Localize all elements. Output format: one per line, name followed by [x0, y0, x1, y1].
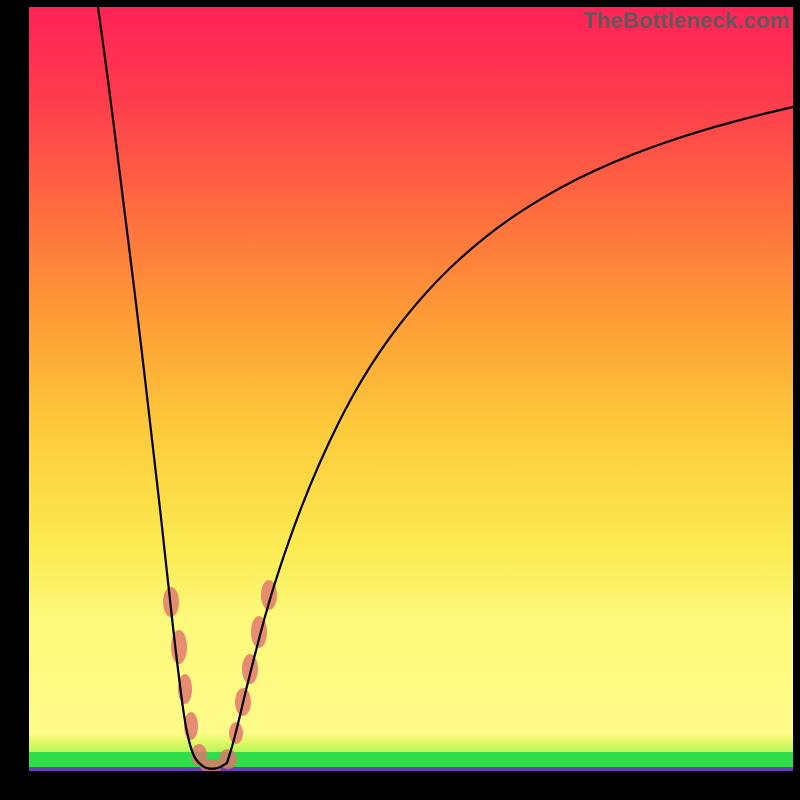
bottleneck-curve-overlay [29, 7, 793, 771]
plot-area [29, 7, 793, 771]
bottleneck-curve [98, 7, 793, 769]
curve-group [98, 7, 793, 769]
markers-group [163, 580, 277, 771]
data-point-marker [242, 654, 258, 684]
chart-frame: TheBottleneck.com [0, 0, 800, 800]
watermark-text: TheBottleneck.com [584, 8, 790, 34]
